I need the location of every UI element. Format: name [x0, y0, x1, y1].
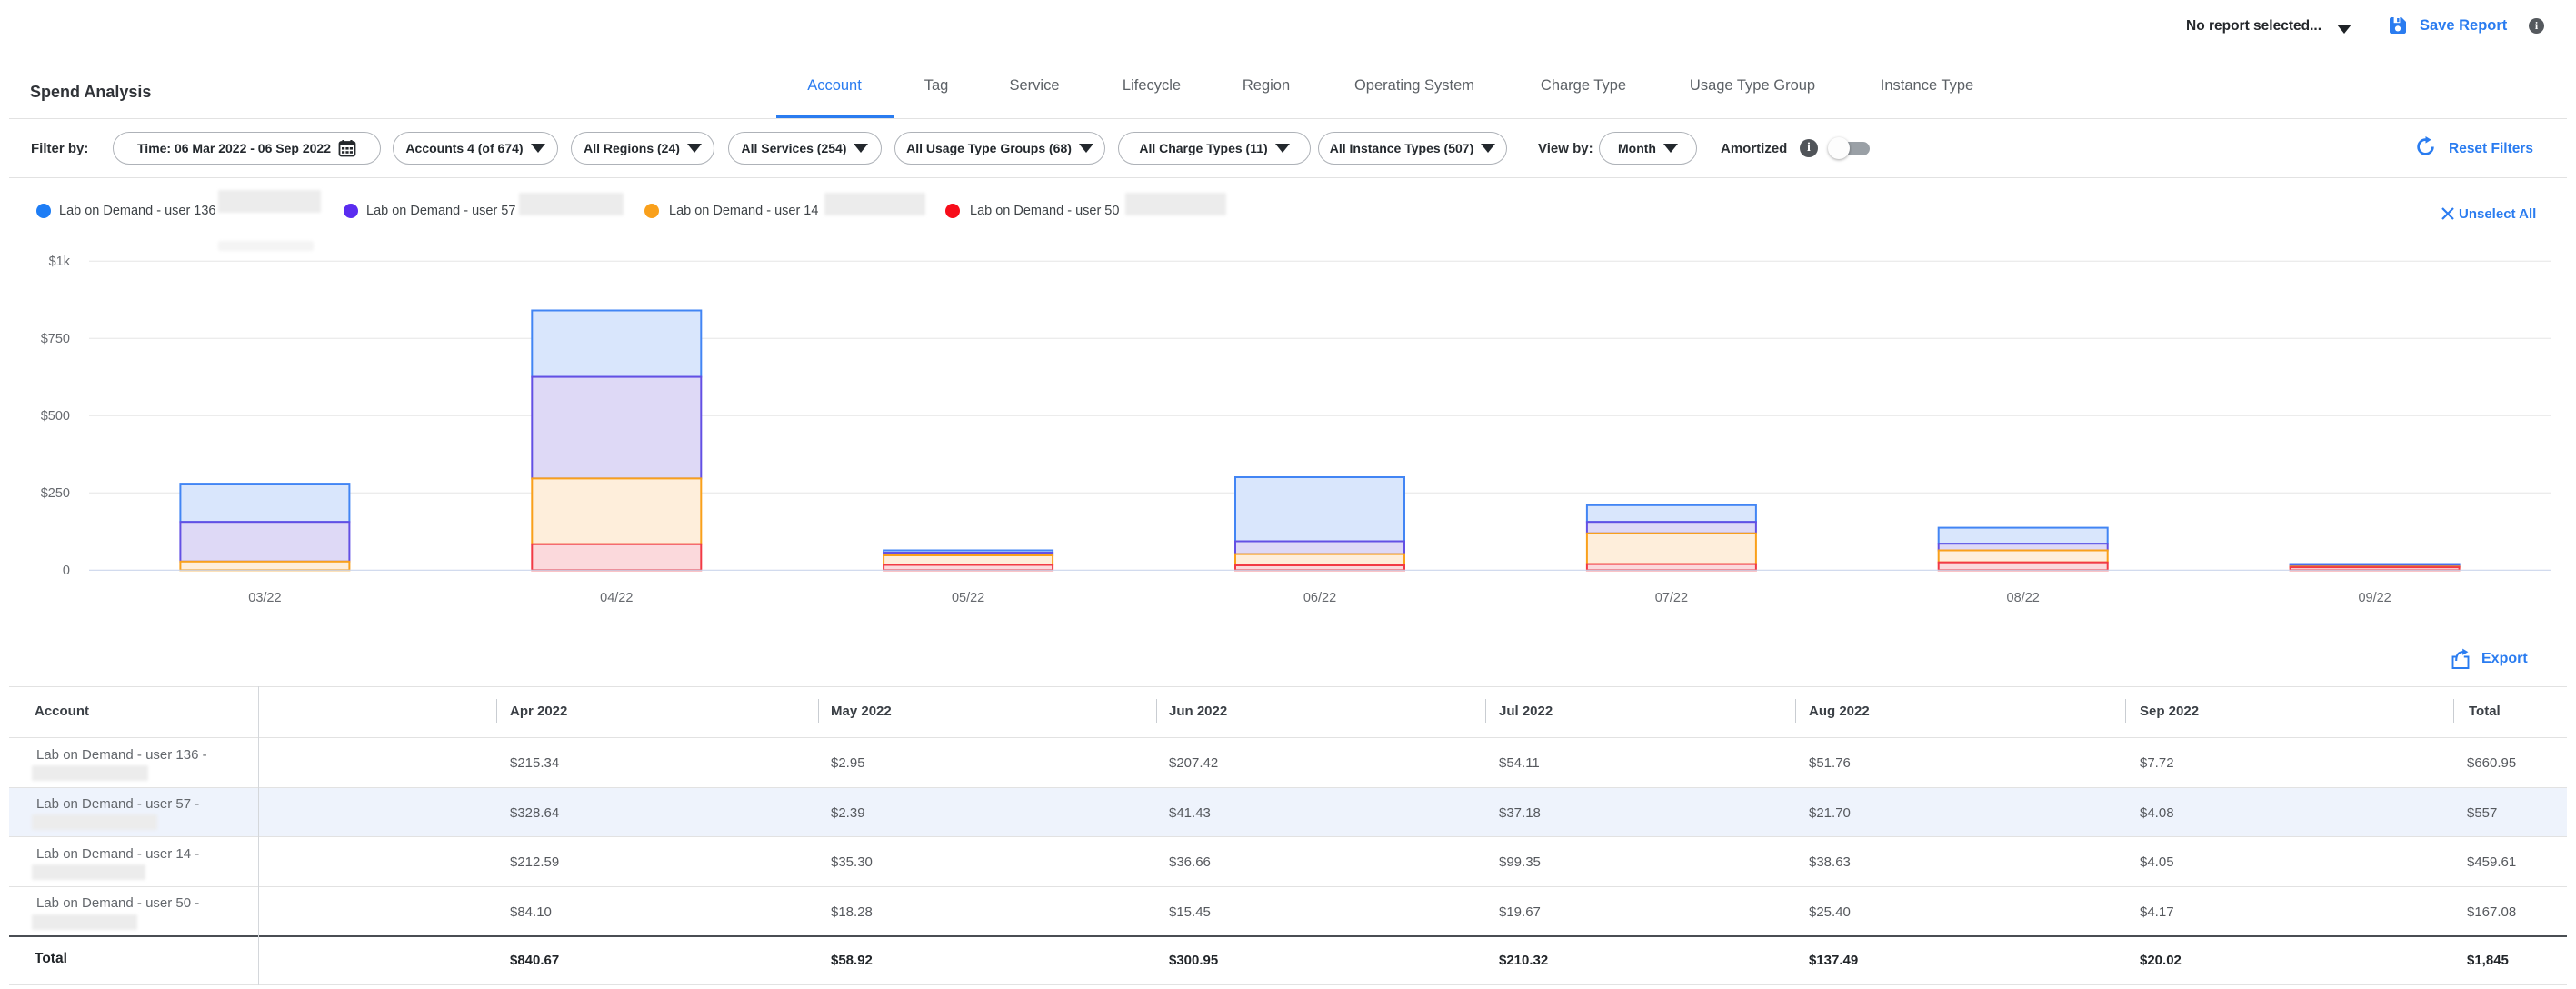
svg-text:07/22: 07/22: [1655, 591, 1688, 605]
svg-text:09/22: 09/22: [2358, 591, 2391, 605]
svg-text:08/22: 08/22: [2007, 591, 2040, 605]
svg-text:0: 0: [63, 564, 70, 578]
svg-text:05/22: 05/22: [952, 591, 984, 605]
svg-text:$250: $250: [41, 486, 70, 501]
svg-text:$500: $500: [41, 409, 70, 424]
svg-text:03/22: 03/22: [248, 591, 281, 605]
svg-text:04/22: 04/22: [600, 591, 633, 605]
svg-text:$750: $750: [41, 332, 70, 346]
svg-text:06/22: 06/22: [1303, 591, 1336, 605]
svg-text:$1k: $1k: [49, 255, 71, 269]
